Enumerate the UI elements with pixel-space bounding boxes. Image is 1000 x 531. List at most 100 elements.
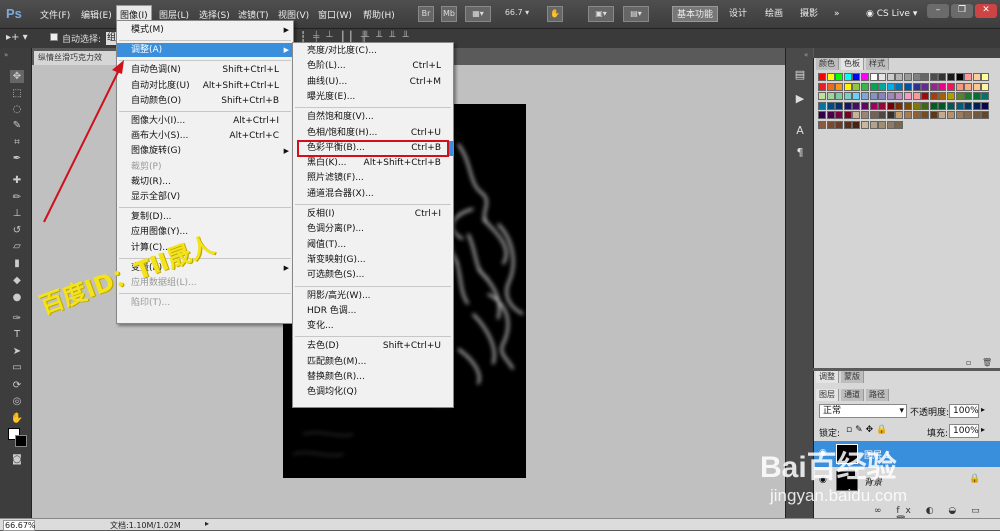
color-swatch[interactable] — [972, 82, 981, 91]
menu-item[interactable]: 复制(D)... — [117, 210, 293, 224]
status-arrow-icon[interactable]: ▸ — [205, 519, 209, 528]
color-swatch[interactable] — [955, 92, 964, 100]
color-swatch[interactable] — [869, 120, 878, 129]
color-swatch[interactable] — [826, 82, 835, 91]
color-swatch[interactable] — [852, 73, 861, 81]
hand-tool-icon[interactable]: ✋ — [10, 412, 24, 425]
workspace-photography[interactable]: 摄影 — [800, 6, 818, 22]
color-swatch[interactable] — [861, 111, 869, 119]
delete-swatch-icon[interactable]: 🗑 — [982, 358, 992, 367]
color-swatch[interactable] — [826, 120, 835, 129]
menu-item[interactable]: 帮助(H) — [361, 7, 397, 22]
color-swatch[interactable] — [938, 82, 947, 91]
color-swatch[interactable] — [981, 73, 990, 81]
move-tool-icon[interactable]: ✥ — [10, 70, 24, 83]
extras-icon[interactable]: ▦▾ — [465, 6, 491, 22]
color-swatch[interactable] — [947, 73, 955, 81]
color-swatch[interactable] — [904, 92, 912, 100]
quick-mask-icon[interactable]: ◙ — [10, 453, 24, 466]
menu-item[interactable]: 自动对比度(U) Alt+Shift+Ctrl+L — [117, 79, 293, 93]
color-swatch[interactable] — [869, 82, 878, 91]
workspace-painting[interactable]: 绘画 — [765, 6, 783, 22]
color-swatch[interactable] — [886, 101, 895, 110]
move-tool-preset-icon[interactable]: ▸+ ▾ — [6, 32, 28, 43]
menu-item[interactable]: 可选颜色(S)... — [293, 268, 453, 282]
color-swatch[interactable] — [861, 101, 869, 110]
menu-item[interactable]: 图像大小(I)... Alt+Ctrl+I — [117, 114, 293, 128]
menu-item[interactable]: 匹配颜色(M)... — [293, 355, 453, 369]
color-swatch[interactable] — [929, 101, 938, 110]
menu-item[interactable]: 黑白(K)... Alt+Shift+Ctrl+B — [293, 156, 453, 170]
color-swatch[interactable] — [852, 120, 861, 129]
healing-brush-icon[interactable]: ✚ — [10, 174, 24, 187]
tab-masks[interactable]: 蒙版 — [841, 371, 864, 383]
color-swatch[interactable] — [895, 92, 904, 100]
color-swatch[interactable] — [921, 92, 930, 100]
color-swatch[interactable] — [912, 82, 921, 91]
workspace-design[interactable]: 设计 — [729, 6, 747, 22]
color-swatch[interactable] — [835, 82, 844, 91]
color-swatch[interactable] — [938, 73, 947, 81]
color-swatch[interactable] — [981, 111, 990, 119]
background-color-swatch[interactable] — [15, 435, 27, 447]
color-swatch[interactable] — [964, 82, 973, 91]
color-swatch[interactable] — [826, 101, 835, 110]
tab-paths[interactable]: 路径 — [866, 389, 889, 401]
color-swatch[interactable] — [921, 82, 930, 91]
color-swatch[interactable] — [878, 92, 887, 100]
color-swatch[interactable] — [912, 101, 921, 110]
color-swatch[interactable] — [861, 120, 869, 129]
color-swatch[interactable] — [921, 111, 930, 119]
new-swatch-icon[interactable]: ▫ — [966, 358, 971, 367]
menu-item[interactable]: 渐变映射(G)... — [293, 253, 453, 267]
dodge-tool-icon[interactable]: ● — [10, 291, 24, 304]
menu-item[interactable]: 亮度/对比度(C)... — [293, 44, 453, 58]
color-swatch[interactable] — [895, 73, 904, 81]
arrange-icon[interactable]: ▤▾ — [623, 6, 649, 22]
color-swatch[interactable] — [818, 120, 826, 129]
lasso-tool-icon[interactable]: ◌ — [10, 103, 24, 116]
menu-item[interactable]: 去色(D) Shift+Ctrl+U — [293, 339, 453, 353]
color-swatch[interactable] — [912, 111, 921, 119]
color-swatch[interactable] — [964, 111, 973, 119]
tab-color[interactable]: 颜色 — [816, 58, 839, 70]
color-swatch[interactable] — [947, 92, 955, 100]
menu-item[interactable]: 裁切(R)... — [117, 175, 293, 189]
color-swatch[interactable] — [869, 92, 878, 100]
menu-item[interactable]: 模式(M) ▶ — [117, 23, 293, 37]
color-swatch[interactable] — [912, 92, 921, 100]
color-swatch[interactable] — [861, 82, 869, 91]
color-swatch[interactable] — [955, 82, 964, 91]
color-swatch[interactable] — [886, 73, 895, 81]
color-swatch[interactable] — [904, 111, 912, 119]
menu-item[interactable]: 色调分离(P)... — [293, 222, 453, 236]
color-swatch[interactable] — [955, 111, 964, 119]
menu-item[interactable]: 自然饱和度(V)... — [293, 110, 453, 124]
fill-input[interactable]: 100% — [949, 424, 979, 438]
color-swatch[interactable] — [835, 92, 844, 100]
paragraph-panel-icon[interactable]: ¶ — [793, 146, 807, 160]
3d-rotate-icon[interactable]: ⟳ — [10, 379, 24, 392]
screen-mode-icon[interactable]: ▣▾ — [588, 6, 614, 22]
menu-item[interactable]: 编辑(E) — [79, 7, 114, 22]
color-swatch[interactable] — [895, 120, 904, 129]
color-swatch[interactable] — [869, 101, 878, 110]
color-swatch[interactable] — [921, 73, 930, 81]
color-swatch[interactable] — [818, 111, 826, 119]
color-swatch[interactable] — [826, 92, 835, 100]
3d-orbit-icon[interactable]: ◎ — [10, 395, 24, 408]
color-swatch[interactable] — [852, 92, 861, 100]
color-swatch[interactable] — [878, 73, 887, 81]
menu-item[interactable]: 色相/饱和度(H)... Ctrl+U — [293, 126, 453, 140]
color-swatch[interactable] — [843, 82, 852, 91]
tab-layers[interactable]: 图层 — [816, 389, 839, 401]
menu-item[interactable]: 色阶(L)... Ctrl+L — [293, 59, 453, 73]
tab-swatches[interactable]: 色板 — [841, 58, 864, 70]
color-swatch[interactable] — [929, 92, 938, 100]
minibridge-icon[interactable]: Mb — [441, 6, 457, 22]
color-swatch[interactable] — [843, 120, 852, 129]
color-swatch[interactable] — [938, 111, 947, 119]
color-swatch[interactable] — [835, 111, 844, 119]
color-swatch[interactable] — [818, 82, 826, 91]
crop-tool-icon[interactable]: ⌗ — [10, 136, 24, 149]
